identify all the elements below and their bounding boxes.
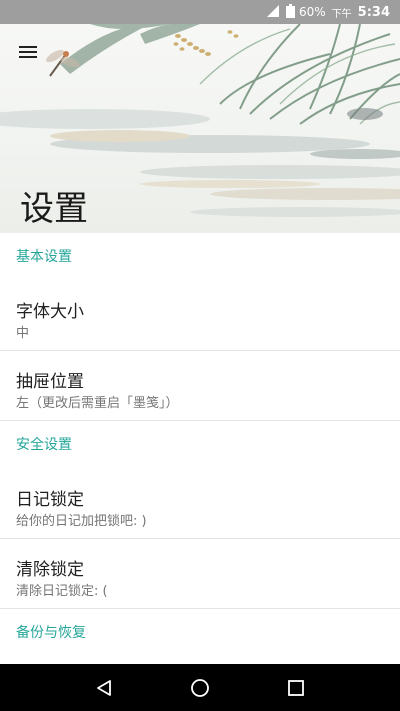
battery-icon [285,3,295,22]
settings-screen: 60% 下午 5:34 设置 基本设置 字体大小 中 抽屉位置 左（更改后需重启… [0,0,400,711]
recents-icon [288,679,304,696]
home-icon [191,678,209,697]
pref-diary-lock[interactable]: 日记锁定 给你的日记加把锁吧: ) [0,469,400,539]
clock: 5:34 [357,4,390,20]
section-header-security: 安全设置 [16,437,72,453]
pref-clear-lock[interactable]: 清除锁定 清除日记锁定: ( [0,539,400,609]
pref-summary: 左（更改后需重启「墨笺」） [16,396,179,411]
menu-button[interactable] [14,38,42,66]
section-header-basic: 基本设置 [16,249,72,265]
page-title: 设置 [20,189,88,229]
status-bar: 60% 下午 5:34 [0,0,400,24]
pref-title: 清除锁定 [16,560,84,580]
pref-drawer-position[interactable]: 抽屉位置 左（更改后需重启「墨笺」） [0,351,400,421]
pref-summary: 给你的日记加把锁吧: ) [16,514,147,529]
section-header-backup: 备份与恢复 [16,625,86,641]
pref-title: 日记锁定 [16,490,84,510]
battery-percent: 60% [298,5,326,19]
back-icon [97,679,111,696]
navigation-bar [0,664,400,711]
settings-list: 基本设置 字体大小 中 抽屉位置 左（更改后需重启「墨笺」） 安全设置 日记锁定… [0,233,400,664]
pref-summary: 中 [16,326,30,341]
signal-icon [266,3,280,22]
pref-summary: 清除日记锁定: ( [16,584,108,599]
header-banner: 设置 [0,24,400,233]
pref-title: 抽屉位置 [16,372,84,392]
recents-button[interactable] [272,668,320,708]
home-button[interactable] [176,668,224,708]
pref-title: 字体大小 [16,302,84,322]
back-button[interactable] [80,668,128,708]
time-period: 下午 [331,8,352,20]
pref-font-size[interactable]: 字体大小 中 [0,281,400,351]
hamburger-menu-icon [19,46,37,58]
